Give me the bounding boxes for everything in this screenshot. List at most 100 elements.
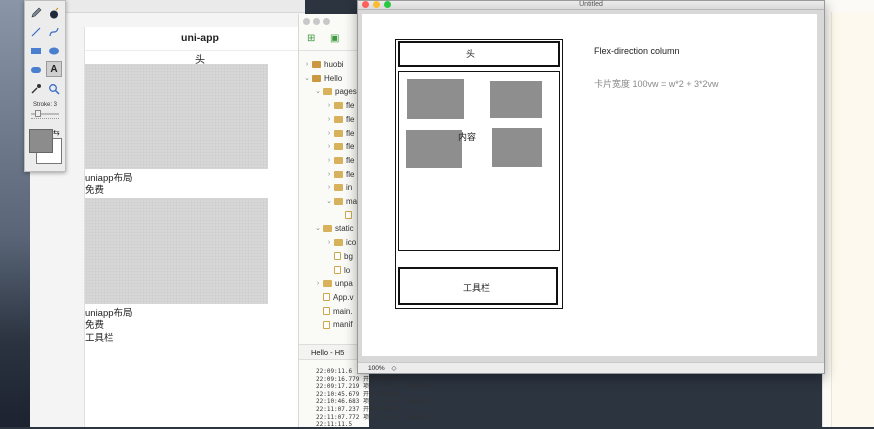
tree-item[interactable]: › fle	[325, 127, 355, 140]
tree-item-label: in	[346, 183, 353, 193]
folder-icon	[334, 170, 343, 178]
chevron-down-icon[interactable]: ⌄	[314, 85, 322, 98]
file-icon	[345, 211, 352, 220]
tree-item-label: manif	[333, 320, 353, 330]
line-icon[interactable]	[28, 24, 44, 40]
tree-item-label: fle	[346, 101, 355, 111]
folder-icon	[334, 156, 343, 164]
card-image[interactable]	[85, 198, 268, 304]
file-icon	[334, 252, 341, 261]
tree-item-label: App.v	[333, 292, 354, 302]
folder-icon	[312, 74, 321, 82]
folder-icon	[334, 129, 343, 137]
tree-item[interactable]: ⌄ Hello	[303, 72, 342, 85]
magnifier-icon[interactable]	[46, 81, 62, 97]
tree-item[interactable]: manif	[314, 318, 353, 331]
tree-item[interactable]: bg	[325, 250, 353, 263]
chevron-right-icon[interactable]: ›	[314, 277, 322, 290]
tree-item-label: fle	[346, 169, 355, 179]
rectangle-icon[interactable]	[28, 43, 44, 59]
chevron-right-icon[interactable]: ›	[303, 58, 311, 71]
chevron-right-icon[interactable]: ›	[325, 236, 333, 249]
header-box	[398, 41, 560, 67]
zoom-button[interactable]	[323, 18, 330, 25]
log-line: 22:11:11.5	[316, 421, 353, 429]
tree-item[interactable]: › in	[325, 181, 352, 194]
tree-item-label: main.	[333, 306, 353, 316]
background-panel	[831, 12, 874, 427]
chevron-down-icon[interactable]: ⌄	[303, 72, 311, 85]
toolbar-box-label: 工具栏	[463, 283, 491, 293]
chevron-down-icon[interactable]: ⌄	[314, 222, 322, 235]
chevron-down-icon[interactable]: ⌄	[325, 195, 333, 208]
header-box-label: 头	[466, 49, 476, 59]
rounded-rect-icon[interactable]	[28, 62, 44, 78]
log-line: 22:09:17.219 项目 'Hello' 编译成功。	[316, 383, 438, 391]
minimize-button[interactable]	[373, 1, 380, 8]
chevron-right-icon[interactable]: ›	[325, 99, 333, 112]
card-placeholder	[490, 81, 542, 118]
stroke-slider-knob[interactable]	[35, 110, 41, 117]
new-file-icon[interactable]: ⊞	[307, 33, 315, 44]
foreground-color-swatch[interactable]	[29, 129, 53, 153]
folder-icon	[312, 61, 321, 68]
tree-item[interactable]: ⌄ static	[314, 222, 354, 235]
minimize-button[interactable]	[313, 18, 320, 25]
zoom-stepper[interactable]: ◇	[391, 365, 396, 372]
tree-item[interactable]: App.v	[314, 291, 353, 304]
tree-item[interactable]: lo	[325, 264, 350, 277]
tree-item[interactable]: › fle	[325, 140, 355, 153]
tree-item-label: pages	[335, 87, 357, 97]
tree-item[interactable]: › unpa	[314, 277, 353, 290]
folder-icon	[334, 184, 343, 192]
zoom-button[interactable]	[384, 1, 391, 8]
card-placeholder	[492, 128, 542, 167]
folder-icon	[334, 239, 343, 247]
chevron-right-icon[interactable]: ›	[325, 181, 333, 194]
ellipse-icon[interactable]	[46, 43, 62, 59]
tree-item[interactable]	[336, 209, 355, 222]
tree-item-label: fle	[346, 114, 355, 124]
curve-icon[interactable]	[46, 24, 62, 40]
folder-icon	[334, 102, 343, 110]
tree-item[interactable]: main.	[314, 305, 353, 318]
close-button[interactable]	[303, 18, 310, 25]
tree-item[interactable]: › fle	[325, 113, 355, 126]
text-tool-icon[interactable]: A	[46, 61, 62, 77]
save-icon[interactable]: ▣	[330, 33, 339, 44]
chevron-right-icon[interactable]: ›	[325, 113, 333, 126]
tree-item[interactable]: › huobi	[303, 58, 344, 71]
tree-item[interactable]: › fle	[325, 154, 355, 167]
note-formula: 卡片宽度 100vw = w*2 + 3*2vw	[594, 79, 719, 89]
file-icon	[323, 293, 330, 302]
zoom-level[interactable]: 100%	[368, 365, 385, 372]
tree-item[interactable]: ⌄ ma	[325, 195, 357, 208]
tree-item-label: static	[335, 224, 354, 234]
tree-item[interactable]: › ico	[325, 236, 356, 249]
swap-colors-icon[interactable]: ⇆	[53, 128, 60, 137]
console-log: 22:09:11.6 22:09:16.779 开始差量编译... 22:09:17…	[316, 368, 516, 429]
chevron-right-icon[interactable]: ›	[325, 127, 333, 140]
drawing-window: Untitled 头 内容 工具栏 Flex-direction column …	[357, 0, 825, 374]
drawing-canvas[interactable]: 头 内容 工具栏 Flex-direction column 卡片宽度 100v…	[362, 14, 817, 356]
pencil-icon[interactable]	[28, 5, 44, 21]
uniapp-preview: uni-app 头 uniapp布局 免费 uniapp布局 免费 工具栏	[84, 27, 315, 427]
status-bar: 100% ◇	[358, 362, 824, 373]
chevron-right-icon[interactable]: ›	[325, 168, 333, 181]
bomb-icon[interactable]	[46, 5, 62, 21]
file-icon	[323, 307, 330, 316]
tree-item-label: ico	[346, 238, 357, 248]
close-button[interactable]	[362, 1, 369, 8]
log-line: 22:11:07.772 项目 'Hello' 编译成功。	[316, 413, 438, 421]
chevron-right-icon[interactable]: ›	[325, 140, 333, 153]
tree-item[interactable]: ⌄ pages	[314, 85, 357, 98]
folder-icon	[323, 280, 332, 288]
eyedropper-icon[interactable]	[28, 81, 44, 97]
card-subtitle: 免费	[85, 320, 105, 331]
tree-item-label: fle	[346, 128, 355, 138]
chevron-right-icon[interactable]: ›	[325, 154, 333, 167]
tree-item[interactable]: › fle	[325, 168, 355, 181]
tree-item-label: lo	[344, 265, 351, 275]
tree-item[interactable]: › fle	[325, 99, 355, 112]
card-image[interactable]	[85, 64, 268, 169]
